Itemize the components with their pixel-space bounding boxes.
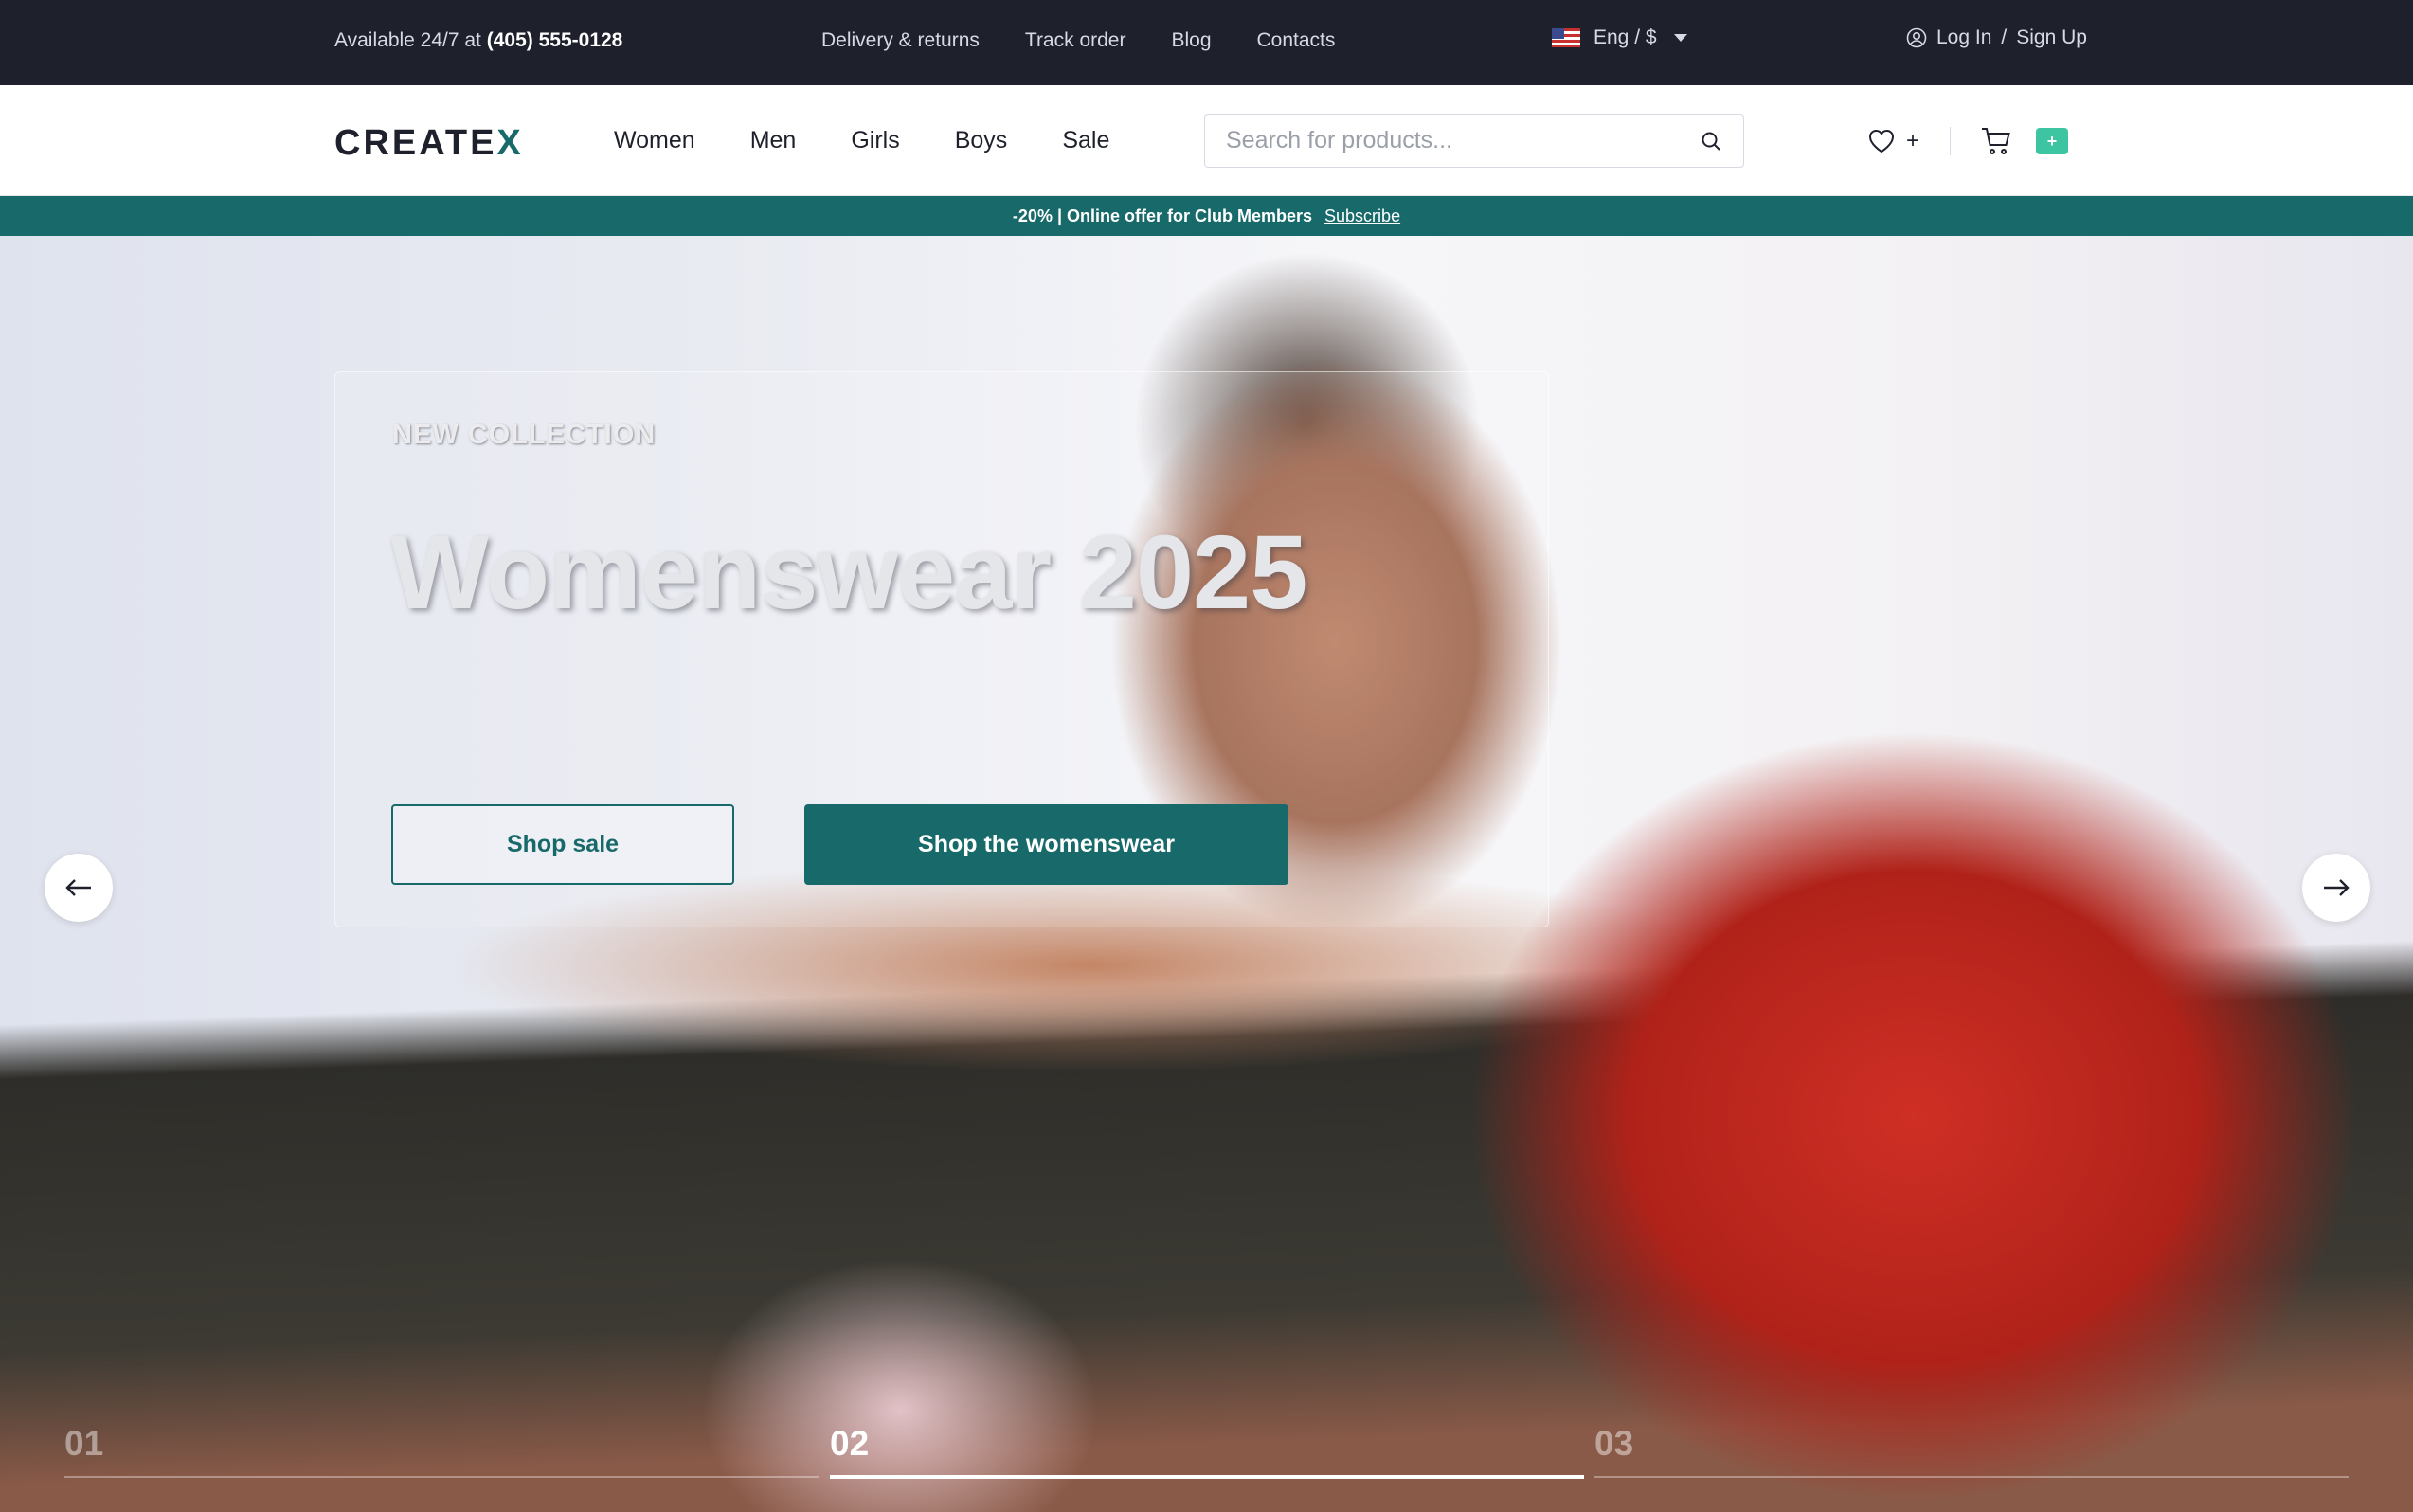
promo-banner: -20% | Online offer for Club Members Sub… <box>0 196 2413 236</box>
header-actions: + + <box>1868 127 2069 155</box>
promo-text: -20% | Online offer for Club Members <box>1012 207 1313 225</box>
prev-slide-button[interactable] <box>45 854 113 922</box>
nav-sale[interactable]: Sale <box>1062 127 1109 154</box>
phone-number[interactable]: (405) 555-0128 <box>487 29 623 51</box>
language-currency-selector[interactable]: Eng / $ <box>1552 27 1687 49</box>
main-header: CREATEX Women Men Girls Boys Sale Search… <box>0 85 2413 196</box>
availability-text: Available 24/7 at (405) 555-0128 <box>334 29 623 51</box>
search-icon[interactable] <box>1700 130 1722 153</box>
slide-indicator-3[interactable]: 03 <box>1594 1424 1633 1464</box>
nav-girls[interactable]: Girls <box>851 127 899 154</box>
slide-progress-1 <box>64 1476 819 1478</box>
nav-women[interactable]: Women <box>614 127 695 154</box>
arrow-left-icon <box>65 879 91 896</box>
slide-progress-3 <box>1594 1476 2349 1478</box>
us-flag-icon <box>1552 28 1580 47</box>
slide-number: 03 <box>1594 1424 1634 1463</box>
nav-boys[interactable]: Boys <box>955 127 1008 154</box>
slide-indicator-1[interactable]: 01 <box>64 1424 103 1464</box>
wishlist-count: + <box>1906 128 1920 153</box>
signup-link[interactable]: Sign Up <box>2016 27 2087 49</box>
hero-card: NEW COLLECTION Womenswear 2025 Shop sale… <box>334 371 1549 927</box>
slide-indicator-2[interactable]: 02 <box>830 1424 869 1464</box>
shop-womenswear-button[interactable]: Shop the womenswear <box>804 804 1288 885</box>
nav-men[interactable]: Men <box>750 127 797 154</box>
slide-number: 01 <box>64 1424 104 1463</box>
header-divider <box>1950 127 1952 155</box>
hero-title: Womenswear 2025 <box>390 514 1307 631</box>
next-slide-button[interactable] <box>2302 854 2370 922</box>
auth-links: Log In / Sign Up <box>1906 27 2087 49</box>
subscribe-link[interactable]: Subscribe <box>1324 207 1400 225</box>
search-placeholder: Search for products... <box>1226 127 1453 153</box>
hero-eyebrow: NEW COLLECTION <box>392 420 657 450</box>
link-delivery-returns[interactable]: Delivery & returns <box>821 29 980 52</box>
auth-separator: / <box>2001 27 2008 48</box>
top-bar: Available 24/7 at (405) 555-0128 Deliver… <box>0 0 2413 85</box>
search-input[interactable]: Search for products... <box>1204 114 1744 168</box>
link-blog[interactable]: Blog <box>1171 29 1211 52</box>
logo-mark: X <box>496 123 524 163</box>
heart-icon[interactable] <box>1868 129 1895 153</box>
cart-icon[interactable] <box>1981 127 2011 155</box>
login-link[interactable]: Log In <box>1936 27 1991 49</box>
link-track-order[interactable]: Track order <box>1025 29 1126 52</box>
slide-number-active: 02 <box>830 1424 870 1463</box>
hero-slider: NEW COLLECTION Womenswear 2025 Shop sale… <box>0 236 2413 1512</box>
logo[interactable]: CREATEX <box>334 123 524 164</box>
cart-badge: + <box>2036 128 2069 154</box>
chevron-down-icon <box>1673 34 1687 42</box>
shop-sale-button[interactable]: Shop sale <box>391 804 734 885</box>
slide-progress-2 <box>830 1475 1584 1479</box>
user-icon <box>1906 27 1927 48</box>
arrow-right-icon <box>2324 879 2350 896</box>
main-nav: Women Men Girls Boys Sale <box>614 127 1109 154</box>
link-contacts[interactable]: Contacts <box>1257 29 1336 52</box>
top-links: Delivery & returns Track order Blog Cont… <box>821 29 1335 52</box>
language-label: Eng / $ <box>1594 27 1657 48</box>
